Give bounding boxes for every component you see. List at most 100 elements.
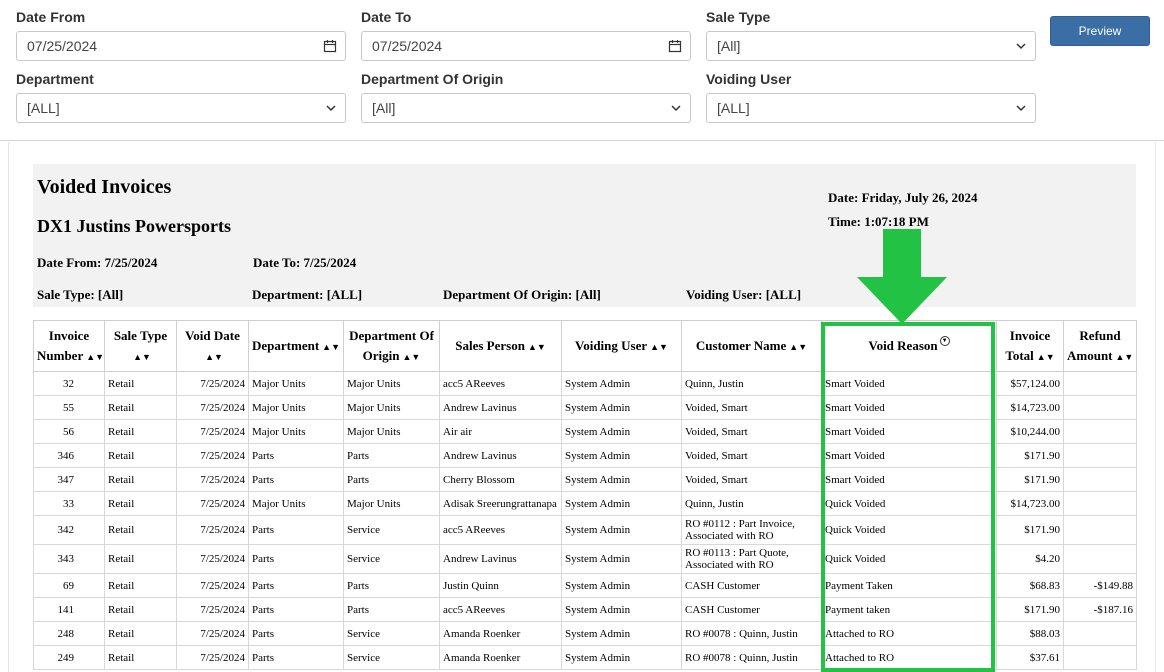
department-origin-group: Department Of Origin — [361, 70, 503, 88]
table-header-row: Invoice Number ▲▼ Sale Type ▲▼ Void Date ▲▼ … — [33, 320, 1137, 372]
col-void-date[interactable]: Void Date ▲▼ — [176, 320, 249, 372]
cell-sales-person: acc5 AReeves — [439, 371, 562, 396]
cell-customer-name: RO #0113 : Part Quote, Associated with R… — [681, 544, 822, 574]
date-to-group: Date To — [361, 8, 411, 26]
cell-voiding-user: System Admin — [561, 371, 682, 396]
col-invoice-number[interactable]: Invoice Number ▲▼ — [33, 320, 105, 372]
cell-voiding-user: System Admin — [561, 419, 682, 444]
sort-icon[interactable]: ▲▼ — [403, 352, 421, 362]
cell-voiding-user: System Admin — [561, 597, 682, 622]
calendar-icon[interactable] — [668, 32, 682, 60]
cell-void-reason: Quick Voided — [821, 544, 997, 574]
report-header: Voided Invoices DX1 Justins Powersports … — [33, 164, 1136, 307]
cell-department: Major Units — [248, 371, 344, 396]
cell-invoice-number: 347 — [33, 467, 105, 492]
table-row: 69 Retail 7/25/2024 Parts Parts Justin Quinn S… — [33, 573, 1137, 598]
voiding-user-select[interactable]: [ALL] — [706, 93, 1036, 123]
cell-department-origin: Parts — [343, 443, 440, 468]
cell-void-reason: Smart Voided — [821, 371, 997, 396]
filter-dropdown-icon[interactable]: ▼ — [939, 336, 950, 346]
voiding-user-label: Voiding User — [706, 71, 792, 87]
department-origin-select[interactable]: [All] — [361, 93, 691, 123]
col-department[interactable]: Department ▲▼ — [248, 320, 344, 372]
department-label: Department — [16, 71, 94, 87]
sort-icon[interactable]: ▲▼ — [205, 352, 223, 362]
col-sale-type[interactable]: Sale Type ▲▼ — [104, 320, 177, 372]
col-department-origin[interactable]: Department Of Origin ▲▼ — [343, 320, 440, 372]
col-refund-amount[interactable]: Refund Amount ▲▼ — [1063, 320, 1137, 372]
sale-type-select[interactable]: [All] — [706, 31, 1036, 61]
cell-department: Major Units — [248, 491, 344, 516]
report-date: Date: Friday, July 26, 2024 — [828, 190, 978, 205]
meta-date-from: Date From: 7/25/2024 — [37, 255, 158, 270]
table-row: 347 Retail 7/25/2024 Parts Parts Cherry Bloss… — [33, 467, 1137, 492]
preview-button[interactable]: Preview — [1050, 16, 1150, 46]
cell-voiding-user: System Admin — [561, 573, 682, 598]
cell-invoice-number: 342 — [33, 515, 105, 545]
sort-icon[interactable]: ▲▼ — [133, 352, 151, 362]
sort-icon[interactable]: ▲▼ — [86, 352, 104, 362]
department-select[interactable]: [ALL] — [16, 93, 346, 123]
sort-icon[interactable]: ▲▼ — [322, 342, 340, 352]
cell-void-reason: Smart Voided — [821, 395, 997, 420]
cell-department-origin: Parts — [343, 467, 440, 492]
col-void-reason[interactable]: Void Reason ▼ — [821, 320, 997, 372]
cell-invoice-number: 249 — [33, 645, 105, 670]
chevron-down-icon — [670, 94, 682, 122]
col-voiding-user[interactable]: Voiding User ▲▼ — [561, 320, 682, 372]
cell-invoice-total: $171.90 — [996, 597, 1064, 622]
cell-void-date: 7/25/2024 — [176, 395, 249, 420]
chevron-down-icon — [1015, 32, 1027, 60]
cell-customer-name: Voided, Smart — [681, 467, 822, 492]
date-from-input[interactable]: 07/25/2024 — [16, 31, 346, 61]
cell-department: Parts — [248, 621, 344, 646]
cell-department: Major Units — [248, 395, 344, 420]
cell-sale-type: Retail — [104, 467, 177, 492]
meta-department-origin: Department Of Origin: [All] — [443, 287, 601, 302]
voiding-user-value: [ALL] — [717, 100, 750, 116]
sort-icon[interactable]: ▲▼ — [1116, 352, 1134, 362]
cell-invoice-number: 56 — [33, 419, 105, 444]
calendar-icon[interactable] — [323, 32, 337, 60]
cell-invoice-number: 33 — [33, 491, 105, 516]
col-sales-person[interactable]: Sales Person ▲▼ — [439, 320, 562, 372]
table-row: 248 Retail 7/25/2024 Parts Service Amanda Roe… — [33, 621, 1137, 646]
sort-icon[interactable]: ▲▼ — [528, 342, 546, 352]
cell-customer-name: Voided, Smart — [681, 395, 822, 420]
sort-icon[interactable]: ▲▼ — [789, 342, 807, 352]
cell-voiding-user: System Admin — [561, 467, 682, 492]
report-time: Time: 1:07:18 PM — [828, 214, 929, 229]
cell-void-date: 7/25/2024 — [176, 573, 249, 598]
voiding-user-group: Voiding User — [706, 70, 791, 88]
cell-sale-type: Retail — [104, 544, 177, 574]
cell-sale-type: Retail — [104, 443, 177, 468]
cell-invoice-total: $171.90 — [996, 467, 1064, 492]
meta-sale-type: Sale Type: [All] — [37, 287, 124, 302]
cell-sales-person: Andrew Lavinus — [439, 443, 562, 468]
cell-refund-amount — [1063, 544, 1137, 574]
cell-void-reason: Payment Taken — [821, 573, 997, 598]
cell-void-reason: Attached to RO — [821, 645, 997, 670]
cell-invoice-number: 141 — [33, 597, 105, 622]
cell-void-reason: Quick Voided — [821, 515, 997, 545]
cell-invoice-number: 69 — [33, 573, 105, 598]
voided-invoices-table: Invoice Number ▲▼ Sale Type ▲▼ Void Date ▲▼ … — [33, 320, 1137, 670]
sort-icon[interactable]: ▲▼ — [650, 342, 668, 352]
cell-refund-amount — [1063, 621, 1137, 646]
company-name: DX1 Justins Powersports — [37, 216, 232, 236]
meta-voiding-user: Voiding User: [ALL] — [686, 287, 802, 302]
cell-void-date: 7/25/2024 — [176, 544, 249, 574]
col-invoice-total[interactable]: Invoice Total ▲▼ — [996, 320, 1064, 372]
cell-sales-person: Andrew Lavinus — [439, 395, 562, 420]
date-to-input[interactable]: 07/25/2024 — [361, 31, 691, 61]
col-customer-name[interactable]: Customer Name ▲▼ — [681, 320, 822, 372]
cell-department-origin: Major Units — [343, 395, 440, 420]
table-row: 343 Retail 7/25/2024 Parts Service Andrew Lav… — [33, 544, 1137, 574]
cell-invoice-total: $171.90 — [996, 515, 1064, 545]
report-viewer: Voided Invoices DX1 Justins Powersports … — [8, 142, 1156, 672]
sort-icon[interactable]: ▲▼ — [1037, 352, 1055, 362]
table-row: 141 Retail 7/25/2024 Parts Parts acc5 AReeves… — [33, 597, 1137, 622]
cell-voiding-user: System Admin — [561, 544, 682, 574]
cell-refund-amount — [1063, 443, 1137, 468]
cell-department-origin: Service — [343, 645, 440, 670]
